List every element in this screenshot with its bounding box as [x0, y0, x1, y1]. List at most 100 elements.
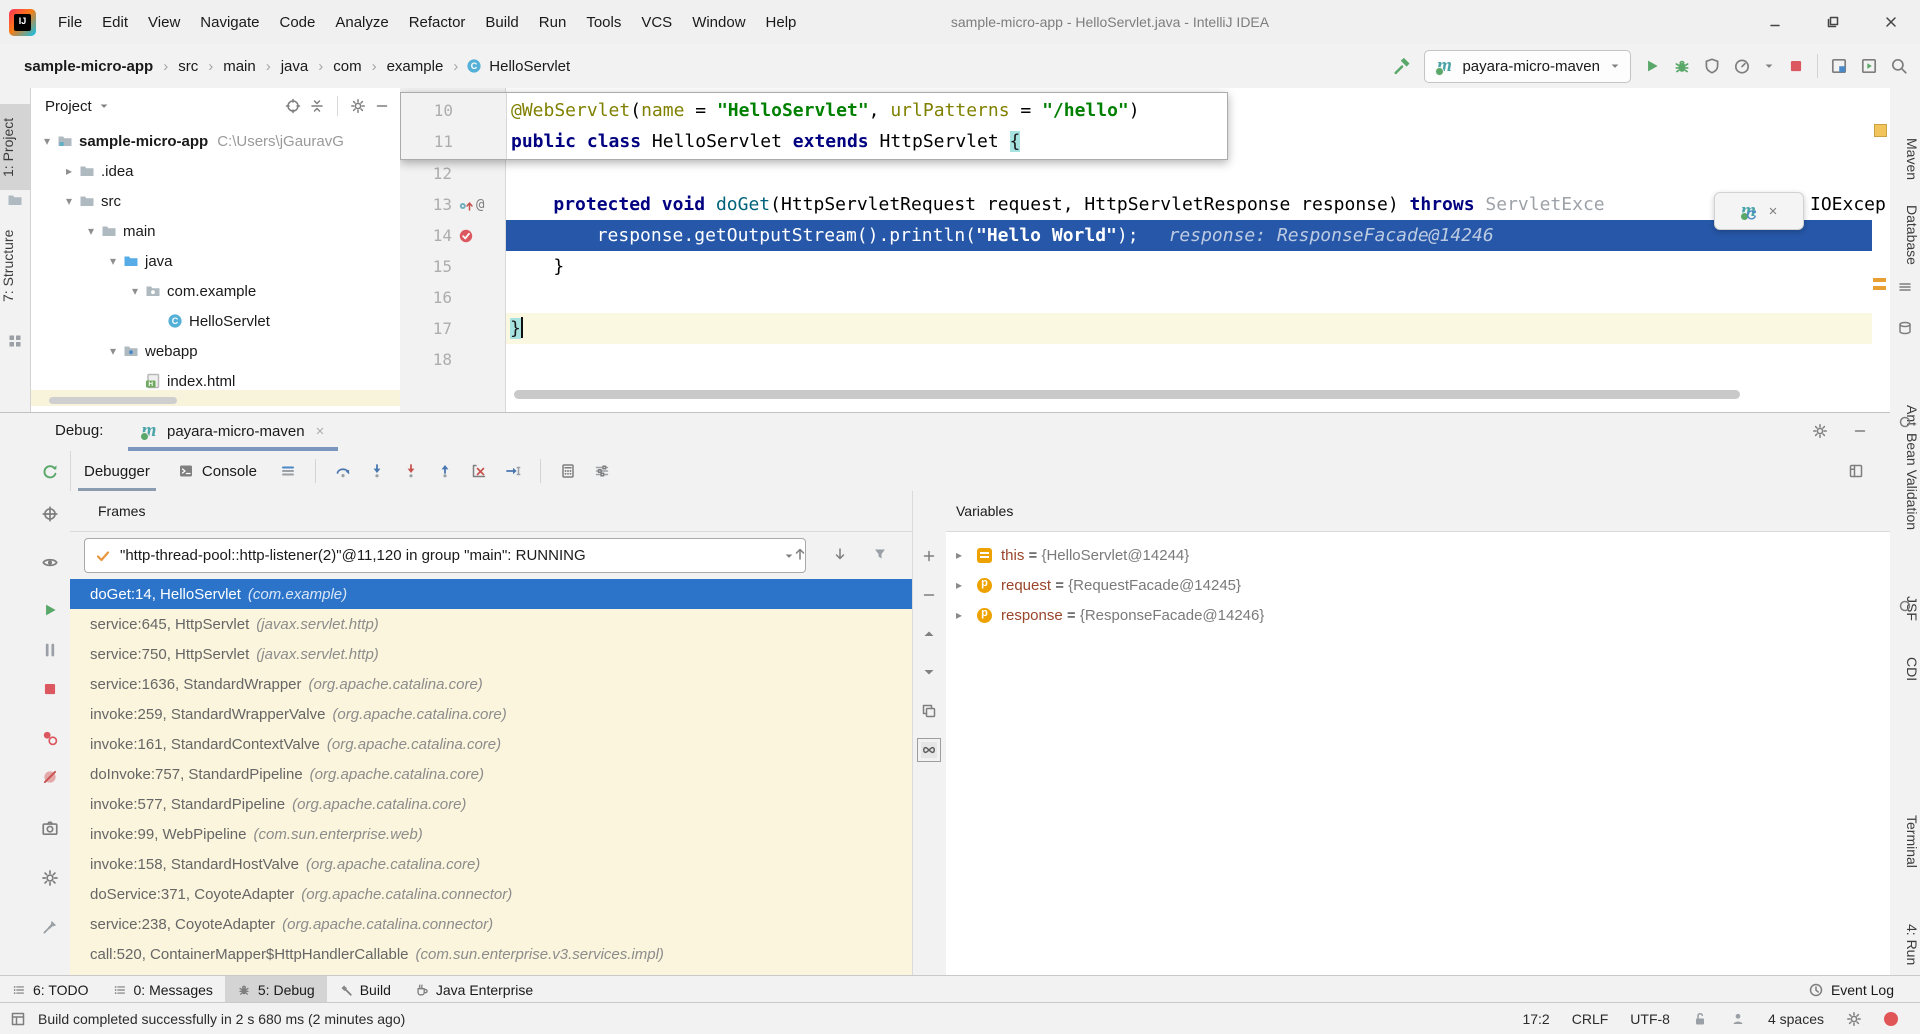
- code-line-16[interactable]: 16: [400, 282, 1890, 313]
- database-icon[interactable]: [1897, 320, 1913, 336]
- breakpoint-icon[interactable]: [458, 228, 474, 244]
- menu-item-build[interactable]: Build: [475, 9, 528, 36]
- project-tool-icon[interactable]: [7, 192, 23, 208]
- overrides-method-icon[interactable]: [458, 197, 474, 213]
- tool-window-terminal[interactable]: Terminal: [1890, 786, 1920, 896]
- frame-row[interactable]: invoke:577, StandardPipeline(org.apache.…: [70, 789, 912, 819]
- move-up-icon[interactable]: [921, 626, 937, 642]
- variable-row[interactable]: response{ResponseFacade@14246}: [946, 600, 1890, 630]
- file-encoding[interactable]: UTF-8: [1630, 1011, 1670, 1027]
- toolwindow-tab-0-messages[interactable]: 0: Messages: [101, 976, 225, 1003]
- thread-selector[interactable]: "http-thread-pool::http-listener(2)"@11,…: [84, 538, 806, 573]
- hide-library-frames-icon[interactable]: [872, 546, 888, 562]
- toolwindow-tab-5-debug[interactable]: 5: Debug: [225, 976, 327, 1003]
- project-tree-hscrollbar[interactable]: [49, 397, 177, 404]
- breadcrumb-item-src[interactable]: src: [176, 56, 200, 77]
- close-icon[interactable]: [1767, 205, 1779, 217]
- readonly-toggle-icon[interactable]: [1692, 1011, 1708, 1027]
- layout-settings-icon[interactable]: [1848, 463, 1864, 479]
- warning-stripe-mark[interactable]: [1873, 278, 1886, 282]
- toolwindow-tab-6-todo[interactable]: 6: TODO: [0, 976, 101, 1003]
- settings-gear-icon[interactable]: [350, 98, 366, 114]
- debug-button-icon[interactable]: [1673, 57, 1691, 75]
- frame-row[interactable]: doInvoke:757, StandardPipeline(org.apach…: [70, 759, 912, 789]
- tree-item-webapp[interactable]: webapp: [31, 336, 400, 366]
- menu-item-run[interactable]: Run: [529, 9, 577, 36]
- tool-strip-icon[interactable]: [1897, 414, 1913, 430]
- ide-updates-icon[interactable]: [1730, 1011, 1746, 1027]
- run-button-icon[interactable]: [1643, 57, 1661, 75]
- hide-panel-icon[interactable]: [1852, 423, 1868, 439]
- menu-item-file[interactable]: File: [48, 9, 92, 36]
- stop-button-icon[interactable]: [1787, 57, 1805, 75]
- menu-item-vcs[interactable]: VCS: [631, 9, 682, 36]
- coverage-icon[interactable]: [1703, 57, 1721, 75]
- code-line-12[interactable]: 12: [400, 158, 1890, 189]
- menu-item-edit[interactable]: Edit: [92, 9, 138, 36]
- breadcrumb-item-sample-micro-app[interactable]: sample-micro-app: [22, 56, 155, 77]
- line-ending[interactable]: CRLF: [1572, 1011, 1609, 1027]
- previous-frame-icon[interactable]: [792, 546, 808, 562]
- code-editor[interactable]: 1213 protected void doGet(HttpServletReq…: [400, 88, 1890, 412]
- tree-item-com-example[interactable]: com.example: [31, 276, 400, 306]
- menu-item-view[interactable]: View: [138, 9, 190, 36]
- tool-strip-icon[interactable]: [1897, 598, 1913, 614]
- menu-item-help[interactable]: Help: [756, 9, 807, 36]
- view-options-icon[interactable]: [280, 463, 296, 479]
- variable-row[interactable]: this{HelloServlet@14244}: [946, 540, 1890, 570]
- view-options-icon[interactable]: [41, 553, 59, 571]
- tree-item-src[interactable]: src: [31, 186, 400, 216]
- thread-dump-icon[interactable]: [41, 819, 59, 837]
- menu-item-navigate[interactable]: Navigate: [190, 9, 269, 36]
- tool-window-database[interactable]: Database: [1890, 180, 1920, 290]
- frame-row[interactable]: doService:371, CoyoteAdapter(org.apache.…: [70, 879, 912, 909]
- view-breakpoints-icon[interactable]: [41, 729, 59, 747]
- expand-arrow-icon[interactable]: [956, 578, 968, 592]
- project-view-select[interactable]: Project: [45, 98, 110, 115]
- maximize-button[interactable]: [1804, 0, 1862, 43]
- search-everywhere-icon[interactable]: [1890, 57, 1908, 75]
- breadcrumb-item-main[interactable]: main: [221, 56, 258, 77]
- toolwindow-tab-build[interactable]: Build: [327, 976, 403, 1003]
- build-icon[interactable]: [1392, 56, 1412, 76]
- menu-item-window[interactable]: Window: [682, 9, 755, 36]
- code-line-18[interactable]: 18: [400, 344, 1890, 375]
- frame-row[interactable]: service:238, CoyoteAdapter(org.apache.ca…: [70, 909, 912, 939]
- tool-window-cdi[interactable]: CDI: [1890, 614, 1920, 724]
- run-to-cursor-icon[interactable]: [505, 463, 521, 479]
- pin-tab-icon[interactable]: [41, 918, 59, 936]
- expand-arrow-icon[interactable]: [956, 608, 968, 622]
- expander-icon[interactable]: [61, 164, 77, 178]
- frame-row[interactable]: service:1636, StandardWrapper(org.apache…: [70, 669, 912, 699]
- frame-row[interactable]: invoke:99, WebPipeline(com.sun.enterpris…: [70, 819, 912, 849]
- expander-icon[interactable]: [61, 194, 77, 208]
- structure-tool-icon[interactable]: [7, 333, 23, 349]
- frame-row[interactable]: invoke:161, StandardContextValve(org.apa…: [70, 729, 912, 759]
- collapse-all-icon[interactable]: [309, 98, 325, 114]
- menu-item-code[interactable]: Code: [269, 9, 325, 36]
- next-frame-icon[interactable]: [832, 546, 848, 562]
- tree-item-helloservlet[interactable]: CHelloServlet: [31, 306, 400, 336]
- locate-file-icon[interactable]: [285, 98, 301, 114]
- expander-icon[interactable]: [39, 134, 55, 148]
- profiler-icon[interactable]: [1733, 57, 1751, 75]
- hide-panel-icon[interactable]: [374, 98, 390, 114]
- trace-settings-icon[interactable]: [594, 463, 610, 479]
- breadcrumb-item-com[interactable]: com: [331, 56, 363, 77]
- tool-strip-icon[interactable]: [1897, 279, 1913, 295]
- menu-item-refactor[interactable]: Refactor: [399, 9, 476, 36]
- chevron-down-icon[interactable]: [1763, 60, 1775, 72]
- expander-icon[interactable]: [105, 344, 121, 358]
- frame-row[interactable]: invoke:259, StandardWrapperValve(org.apa…: [70, 699, 912, 729]
- warning-stripe-mark[interactable]: [1874, 124, 1887, 137]
- duplicate-watch-icon[interactable]: [921, 703, 937, 719]
- indent-setting[interactable]: 4 spaces: [1768, 1011, 1824, 1027]
- mute-breakpoints-icon[interactable]: [41, 768, 59, 786]
- breadcrumb-leaf[interactable]: CHelloServlet: [466, 58, 570, 75]
- show-watches-icon[interactable]: [921, 742, 937, 758]
- warning-stripe-mark[interactable]: [1873, 286, 1886, 290]
- step-out-icon[interactable]: [437, 463, 453, 479]
- code-line-15[interactable]: 15 }: [400, 251, 1890, 282]
- event-log-button[interactable]: Event Log: [1808, 982, 1894, 998]
- tab-console[interactable]: Console: [164, 451, 271, 491]
